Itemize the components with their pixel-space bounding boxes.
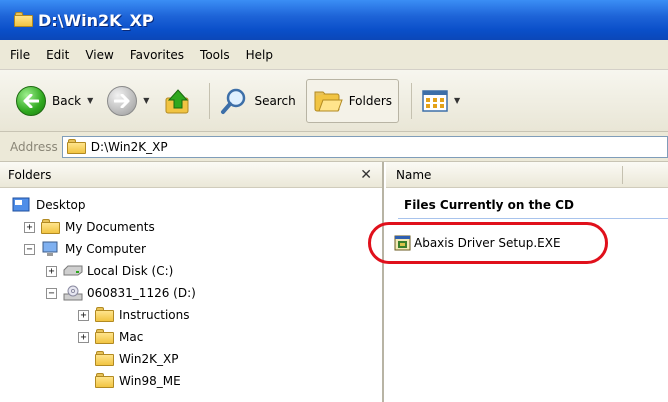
desktop-icon <box>12 197 32 213</box>
tree-item-label: 060831_1126 (D:) <box>87 286 196 300</box>
folders-label: Folders <box>348 93 393 108</box>
folder-icon <box>95 307 115 323</box>
tree-item-label: Instructions <box>119 308 190 322</box>
toolbar-separator <box>209 82 211 119</box>
forward-arrow-icon <box>107 85 138 116</box>
back-arrow-icon <box>16 85 46 116</box>
forward-dropdown-icon[interactable]: ▼ <box>143 96 149 105</box>
folders-pane-header: Folders ✕ <box>0 162 382 188</box>
menu-help[interactable]: Help <box>246 48 273 62</box>
search-button[interactable]: Search <box>216 79 299 123</box>
folders-pane-title: Folders <box>8 167 52 182</box>
window-title: D:\Win2K_XP <box>38 10 154 30</box>
toolbar: Back ▼ ▼ Search Folders ▼ <box>0 70 668 132</box>
menu-view[interactable]: View <box>85 48 113 62</box>
forward-button[interactable]: ▼ <box>103 79 153 123</box>
address-field[interactable]: D:\Win2K_XP <box>61 135 668 158</box>
file-item[interactable]: Abaxis Driver Setup.EXE <box>368 222 608 264</box>
folders-button[interactable]: Folders <box>305 78 400 123</box>
views-icon <box>422 89 448 112</box>
expand-icon[interactable]: + <box>78 309 89 321</box>
folder-icon <box>14 12 34 28</box>
up-button[interactable] <box>159 79 197 123</box>
expand-icon[interactable]: + <box>24 221 35 233</box>
search-icon <box>221 88 246 114</box>
tree-item-desktop[interactable]: Desktop <box>12 194 86 216</box>
tree-item-my-computer[interactable]: − My Computer <box>24 238 146 260</box>
open-folder-icon <box>95 351 115 367</box>
folders-pane: Folders ✕ Desktop + My Documents − My Co… <box>0 162 384 402</box>
cd-drive-icon <box>63 285 83 301</box>
up-folder-icon <box>165 88 189 113</box>
tree-item-label: Win98_ME <box>119 374 181 388</box>
tree-item-my-documents[interactable]: + My Documents <box>24 216 155 238</box>
menu-favorites[interactable]: Favorites <box>130 48 184 62</box>
tree-item-instructions[interactable]: + Instructions <box>78 304 189 326</box>
menu-edit[interactable]: Edit <box>46 48 69 62</box>
setup-exe-icon <box>394 234 412 252</box>
tree-item-label: My Computer <box>65 242 146 256</box>
tree-item-local-disk-c[interactable]: + Local Disk (C:) <box>46 260 173 282</box>
views-button[interactable]: ▼ <box>418 79 464 123</box>
address-label: Address <box>10 139 58 154</box>
address-bar: Address D:\Win2K_XP <box>0 132 668 162</box>
folder-icon <box>95 329 115 345</box>
tree-item-label: Win2K_XP <box>119 352 179 366</box>
back-dropdown-icon[interactable]: ▼ <box>87 96 93 105</box>
group-divider <box>398 218 668 219</box>
menu-file[interactable]: File <box>10 48 30 62</box>
title-bar: D:\Win2K_XP <box>0 0 668 40</box>
menu-bar: File Edit View Favorites Tools Help <box>0 40 668 70</box>
collapse-icon[interactable]: − <box>46 287 57 299</box>
address-value: D:\Win2K_XP <box>90 139 168 154</box>
back-button[interactable]: Back ▼ <box>12 79 97 123</box>
back-label: Back <box>52 93 82 108</box>
collapse-icon[interactable]: − <box>24 243 35 255</box>
files-pane: Name Files Currently on the CD Abaxis Dr… <box>368 162 668 402</box>
tree-item-win2k-xp[interactable]: Win2K_XP <box>95 348 179 370</box>
folders-icon <box>314 91 343 111</box>
tree-item-win98-me[interactable]: Win98_ME <box>95 370 181 392</box>
hard-disk-icon <box>63 263 83 279</box>
tree-item-mac[interactable]: + Mac <box>78 326 143 348</box>
menu-tools[interactable]: Tools <box>200 48 230 62</box>
folder-icon <box>95 373 115 389</box>
views-dropdown-icon[interactable]: ▼ <box>454 96 460 105</box>
expand-icon[interactable]: + <box>46 265 57 277</box>
name-column-header[interactable]: Name <box>386 162 668 188</box>
computer-icon <box>41 241 61 257</box>
close-icon[interactable]: ✕ <box>360 167 372 183</box>
tree-item-label: My Documents <box>65 220 155 234</box>
column-separator[interactable] <box>622 166 623 184</box>
toolbar-separator <box>411 82 413 119</box>
documents-folder-icon <box>41 219 61 235</box>
tree-item-cd-drive-d[interactable]: − 060831_1126 (D:) <box>46 282 196 304</box>
folder-icon <box>66 138 87 155</box>
tree-item-label: Mac <box>119 330 144 344</box>
name-column-label: Name <box>396 167 432 182</box>
expand-icon[interactable]: + <box>78 331 89 343</box>
tree-item-label: Desktop <box>36 198 86 212</box>
tree-item-label: Local Disk (C:) <box>87 264 174 278</box>
search-label: Search <box>254 93 296 108</box>
group-title: Files Currently on the CD <box>404 198 574 212</box>
